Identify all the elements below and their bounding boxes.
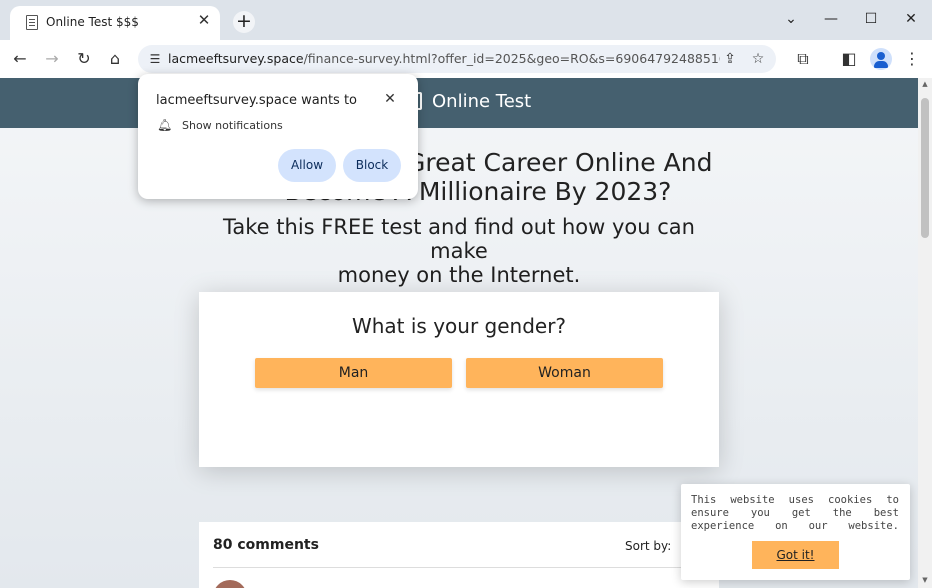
woman-option-button[interactable]: Woman	[466, 358, 663, 388]
document-icon	[26, 15, 38, 30]
minimize-button[interactable]: —	[811, 6, 851, 32]
quiz-question: What is your gender?	[351, 314, 567, 338]
divider	[213, 567, 705, 568]
got-it-button[interactable]: Got it!	[752, 541, 839, 569]
home-icon[interactable]: ⌂	[104, 48, 126, 70]
forward-arrow-icon[interactable]: →	[41, 48, 63, 70]
comments-count: 80 comments	[213, 537, 319, 553]
profile-avatar-icon[interactable]	[870, 48, 892, 70]
scroll-up-icon[interactable]: ▲	[921, 80, 929, 88]
bell-icon: 🔔︎	[157, 118, 173, 132]
subheadline-line-2: money on the Internet.	[337, 263, 581, 287]
url-text[interactable]: lacmeeftsurvey.space/finance-survey.html…	[168, 51, 720, 66]
browser-toolbar: ← → ↻ ⌂ ☰ lacmeeftsurvey.space/finance-s…	[0, 40, 932, 78]
tab-strip: Online Test $$$ ✕ + ⌄ — ☐ ✕	[0, 0, 932, 40]
address-bar[interactable]: ☰ lacmeeftsurvey.space/finance-survey.ht…	[138, 45, 776, 73]
bookmark-star-icon[interactable]: ☆	[748, 49, 768, 69]
new-tab-button[interactable]: +	[233, 11, 255, 33]
scrollbar-thumb[interactable]	[921, 98, 929, 238]
close-window-button[interactable]: ✕	[891, 6, 931, 32]
quiz-card: What is your gender? Man Woman	[199, 292, 719, 467]
permission-title: lacmeeftsurvey.space wants to	[156, 93, 358, 108]
maximize-button[interactable]: ☐	[851, 6, 891, 32]
share-icon[interactable]: ⇪	[720, 49, 740, 69]
close-tab-icon[interactable]: ✕	[196, 12, 212, 28]
notification-permission-popup: lacmeeftsurvey.space wants to ✕ 🔔︎ Show …	[138, 74, 418, 199]
browser-tab[interactable]: Online Test $$$ ✕	[10, 6, 220, 40]
tab-title: Online Test $$$	[46, 15, 139, 29]
close-popup-icon[interactable]: ✕	[382, 91, 398, 107]
man-option-button[interactable]: Man	[255, 358, 452, 388]
cookie-banner: This website uses cookies to ensure you …	[681, 484, 910, 580]
avatar	[213, 580, 247, 588]
site-info-icon[interactable]: ☰	[147, 51, 163, 67]
site-title: Online Test	[432, 91, 532, 112]
cookie-text: This website uses cookies to ensure you …	[691, 494, 899, 532]
block-button[interactable]: Block	[343, 149, 401, 182]
page-scrollbar[interactable]: ▲ ▼	[918, 78, 932, 588]
menu-kebab-icon[interactable]: ⋮	[901, 48, 923, 70]
side-panel-icon[interactable]: ◧	[838, 48, 860, 70]
url-host: lacmeeftsurvey.space	[168, 51, 304, 66]
reload-icon[interactable]: ↻	[73, 48, 95, 70]
url-path: /finance-survey.html?offer_id=2025&geo=R…	[303, 51, 720, 66]
extensions-icon[interactable]: ⧉	[792, 48, 814, 70]
permission-description: Show notifications	[182, 119, 283, 132]
subheadline-line-1: Take this FREE test and find out how you…	[223, 215, 695, 263]
allow-button[interactable]: Allow	[278, 149, 336, 182]
scroll-down-icon[interactable]: ▼	[921, 576, 929, 584]
sort-by-label[interactable]: Sort by:	[625, 539, 671, 553]
tab-search-chevron-icon[interactable]: ⌄	[771, 6, 811, 32]
back-arrow-icon[interactable]: ←	[9, 48, 31, 70]
comments-section: 80 comments Sort by:	[199, 522, 719, 588]
page-subheadline: Take this FREE test and find out how you…	[205, 215, 713, 287]
